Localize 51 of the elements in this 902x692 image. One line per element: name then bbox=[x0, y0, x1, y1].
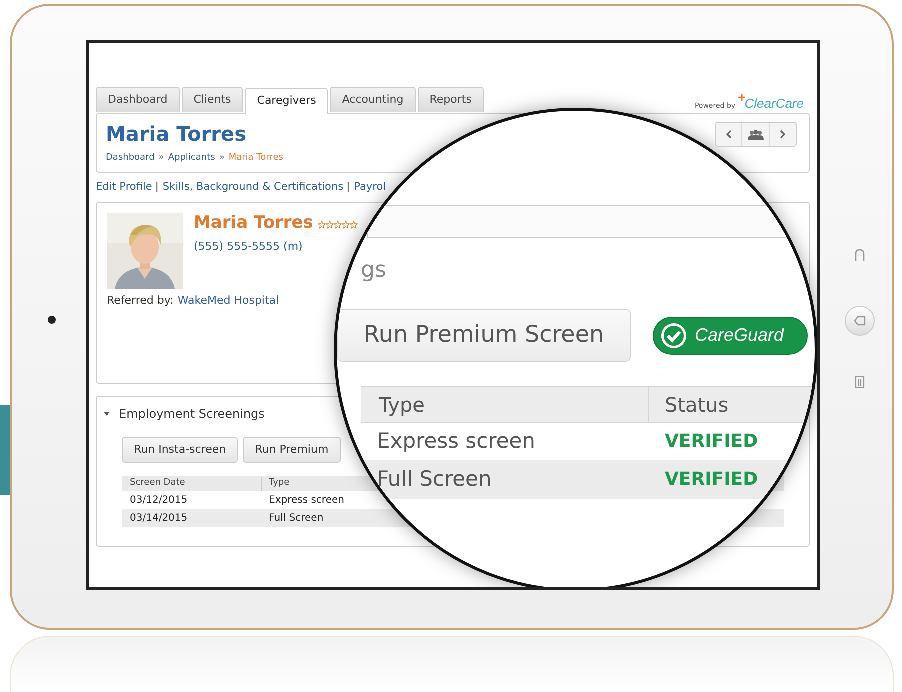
home-button[interactable] bbox=[845, 306, 875, 336]
logo-mark: + bbox=[738, 92, 747, 103]
screening-button[interactable]: Run Insta-screen bbox=[122, 437, 238, 464]
nav-tab[interactable]: Accounting bbox=[330, 87, 416, 112]
star-icon bbox=[326, 220, 334, 229]
premium-screen-button[interactable]: Run Premium Screen bbox=[337, 309, 631, 362]
careguard-badge: CareGuard bbox=[653, 316, 808, 354]
page-title: Maria Torres bbox=[106, 122, 248, 146]
brand-logo: ClearCare bbox=[744, 96, 804, 111]
table-cell-text: 03/14/2015 bbox=[129, 512, 189, 526]
chevron-right-icon bbox=[780, 130, 786, 139]
breadcrumb-link[interactable]: Dashboard bbox=[106, 152, 155, 166]
heading-fragment: gs bbox=[361, 258, 386, 284]
table-cell-text: Express screen bbox=[268, 494, 344, 508]
column-header: Status bbox=[664, 392, 729, 418]
star-icon bbox=[350, 220, 358, 229]
link-separator: | bbox=[155, 180, 159, 194]
screening-button[interactable]: Run Premium bbox=[243, 437, 341, 464]
phone-number: (555) 555-5555 (m) bbox=[194, 239, 304, 256]
breadcrumb-separator: » bbox=[158, 152, 164, 165]
section-title: Employment Screenings bbox=[119, 406, 265, 424]
profile-link[interactable]: Edit Profile bbox=[96, 180, 152, 196]
link-separator: | bbox=[346, 180, 350, 194]
table-cell-text: Full Screen bbox=[268, 512, 324, 526]
nav-tab[interactable]: Dashboard bbox=[96, 87, 180, 112]
column-header: Type bbox=[268, 477, 290, 490]
caregiver-name: Maria Torres bbox=[194, 213, 314, 234]
referred-label: Referred by: bbox=[107, 293, 174, 310]
caret-icon[interactable] bbox=[104, 411, 110, 418]
nav-tab[interactable]: Clients bbox=[182, 87, 244, 112]
nav-tab[interactable]: Caregivers bbox=[245, 88, 328, 114]
table-cell-text: Express screen bbox=[376, 428, 536, 455]
tag-icon bbox=[854, 315, 866, 327]
profile-link[interactable]: Payrol bbox=[354, 180, 386, 196]
star-icon bbox=[342, 220, 350, 229]
status-label: VERIFIED bbox=[664, 468, 758, 492]
check-icon bbox=[660, 322, 688, 350]
breadcrumb-link[interactable]: Applicants bbox=[168, 152, 216, 166]
people-icon bbox=[748, 130, 764, 140]
arch-icon bbox=[855, 249, 865, 261]
chevron-left-icon bbox=[726, 130, 732, 139]
nav-tab[interactable]: Reports bbox=[418, 87, 484, 112]
star-icon bbox=[334, 220, 342, 229]
referrer-link[interactable]: WakeMed Hospital bbox=[178, 293, 280, 310]
status-label: VERIFIED bbox=[664, 430, 758, 454]
table-cell-text: 03/12/2015 bbox=[129, 494, 189, 508]
profile-link[interactable]: Skills, Background & Certifications bbox=[162, 180, 344, 196]
camera-icon bbox=[48, 316, 56, 324]
table-cell-text: Full Screen bbox=[376, 466, 493, 493]
breadcrumb-separator: » bbox=[219, 152, 225, 165]
star-icon bbox=[318, 220, 326, 229]
